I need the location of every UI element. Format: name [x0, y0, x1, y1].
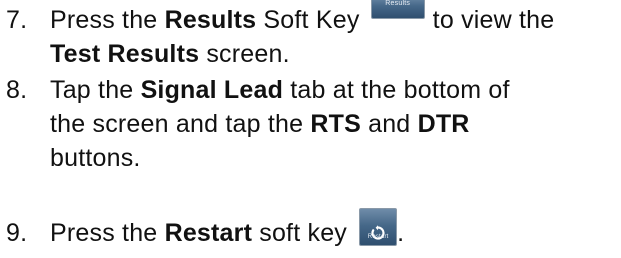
step-text: Press the — [50, 219, 165, 247]
step-body: Press the Results Soft Key Results to vie… — [50, 0, 621, 71]
bold-term-restart: Restart — [164, 219, 253, 247]
step-text: tab at the bottom of — [283, 76, 510, 104]
step-text: Tap the — [50, 76, 141, 104]
step-number: 8. — [6, 76, 28, 104]
restart-icon — [360, 216, 396, 240]
step-body: Tap the Signal Lead tab at the bottom of… — [50, 73, 621, 175]
bold-term-dtr: DTR — [417, 110, 470, 138]
step-text: screen. — [199, 40, 290, 68]
step-body: Press the Restart soft key Restart. — [50, 208, 621, 250]
bold-term-test-results: Test Results — [50, 40, 200, 68]
bold-term-rts: RTS — [310, 110, 361, 138]
step-line: Test Results screen. — [50, 37, 621, 71]
step-line: Tap the Signal Lead tab at the bottom of — [50, 73, 621, 107]
bold-term-results: Results — [164, 6, 257, 34]
step-text: . — [397, 219, 405, 247]
restart-softkey-image: Restart — [359, 208, 398, 246]
instruction-document: 7. Press the Results Soft Key Results to … — [0, 0, 621, 258]
step-text: Soft Key — [256, 6, 367, 34]
softkey-label: Results — [385, 0, 411, 7]
bold-term-signal-lead: Signal Lead — [140, 76, 284, 104]
step-text: to view the — [432, 6, 555, 34]
step-line: buttons. — [50, 141, 621, 175]
step-text: Press the — [50, 6, 165, 34]
step-line: Press the Results Soft Key Results to vie… — [50, 0, 621, 37]
step-text: and — [360, 110, 418, 138]
step-line: Press the Restart soft key Restart. — [50, 208, 621, 250]
results-softkey-image: Results — [370, 0, 425, 19]
softkey-label: Restart — [367, 234, 389, 240]
step-text: the screen and tap the — [50, 110, 311, 138]
step-number: 9. — [6, 219, 28, 247]
step-number: 7. — [6, 6, 28, 34]
step-text: buttons. — [50, 144, 141, 172]
step-text: soft key — [252, 219, 355, 247]
step-line: the screen and tap the RTS and DTR — [50, 107, 621, 141]
